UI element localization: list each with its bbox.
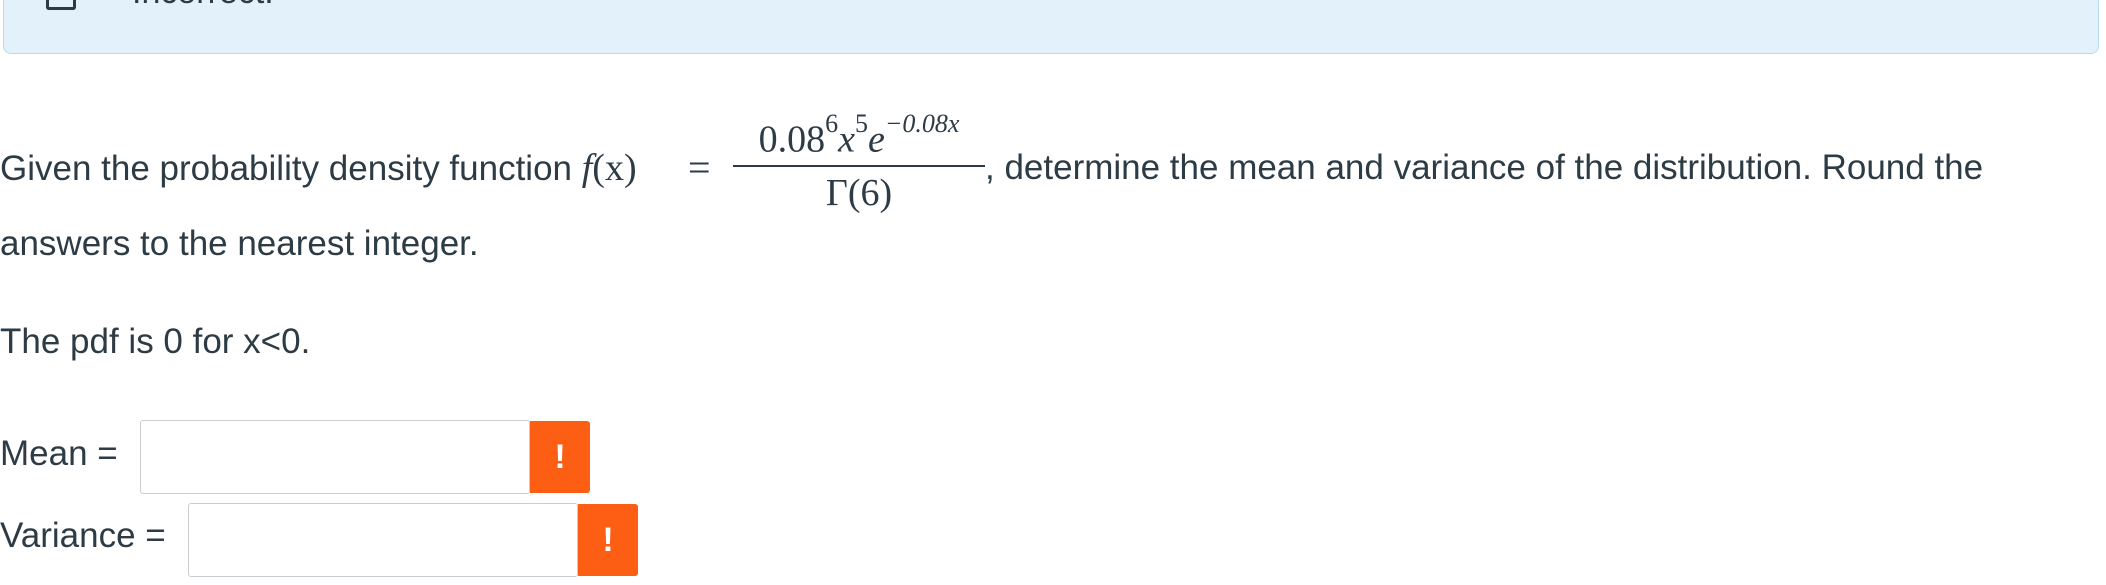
variance-input[interactable]: [188, 503, 578, 577]
pdf-fraction: 0.086x5e−0.08x Γ(6): [733, 109, 985, 220]
numerator-exp-base: e: [867, 118, 885, 161]
mean-input[interactable]: [140, 420, 530, 494]
numerator-variable-exponent: 5: [854, 109, 868, 138]
question-line-2: answers to the nearest integer.: [0, 224, 479, 263]
fraction-denominator: Γ(6): [825, 172, 893, 214]
fraction-bar: [733, 165, 985, 167]
mean-label: Mean =: [0, 434, 118, 473]
mean-warning-icon[interactable]: !: [530, 421, 590, 493]
numerator-exp-power: −0.08x: [884, 109, 960, 138]
numerator-variable: x: [838, 118, 855, 161]
variance-label: Variance =: [0, 516, 166, 555]
feedback-banner: Incorrect.: [3, 0, 2099, 54]
function-name: f: [581, 147, 593, 189]
fraction-numerator: 0.086x5e−0.08x: [733, 109, 985, 161]
question-continuation: , determine the mean and variance of the…: [985, 148, 1984, 187]
feedback-status-text: Incorrect.: [132, 0, 274, 12]
equals-sign: =: [688, 145, 711, 190]
function-arg: (x): [592, 147, 637, 189]
support-note: The pdf is 0 for x<0.: [0, 322, 311, 361]
numerator-base: 0.08: [758, 118, 826, 161]
variance-warning-icon[interactable]: !: [578, 504, 638, 576]
numerator-base-exponent: 6: [825, 109, 839, 138]
question-intro: Given the probability density function: [0, 149, 582, 188]
incorrect-icon: [46, 0, 76, 10]
question-line-1: Given the probability density function f…: [0, 148, 637, 189]
